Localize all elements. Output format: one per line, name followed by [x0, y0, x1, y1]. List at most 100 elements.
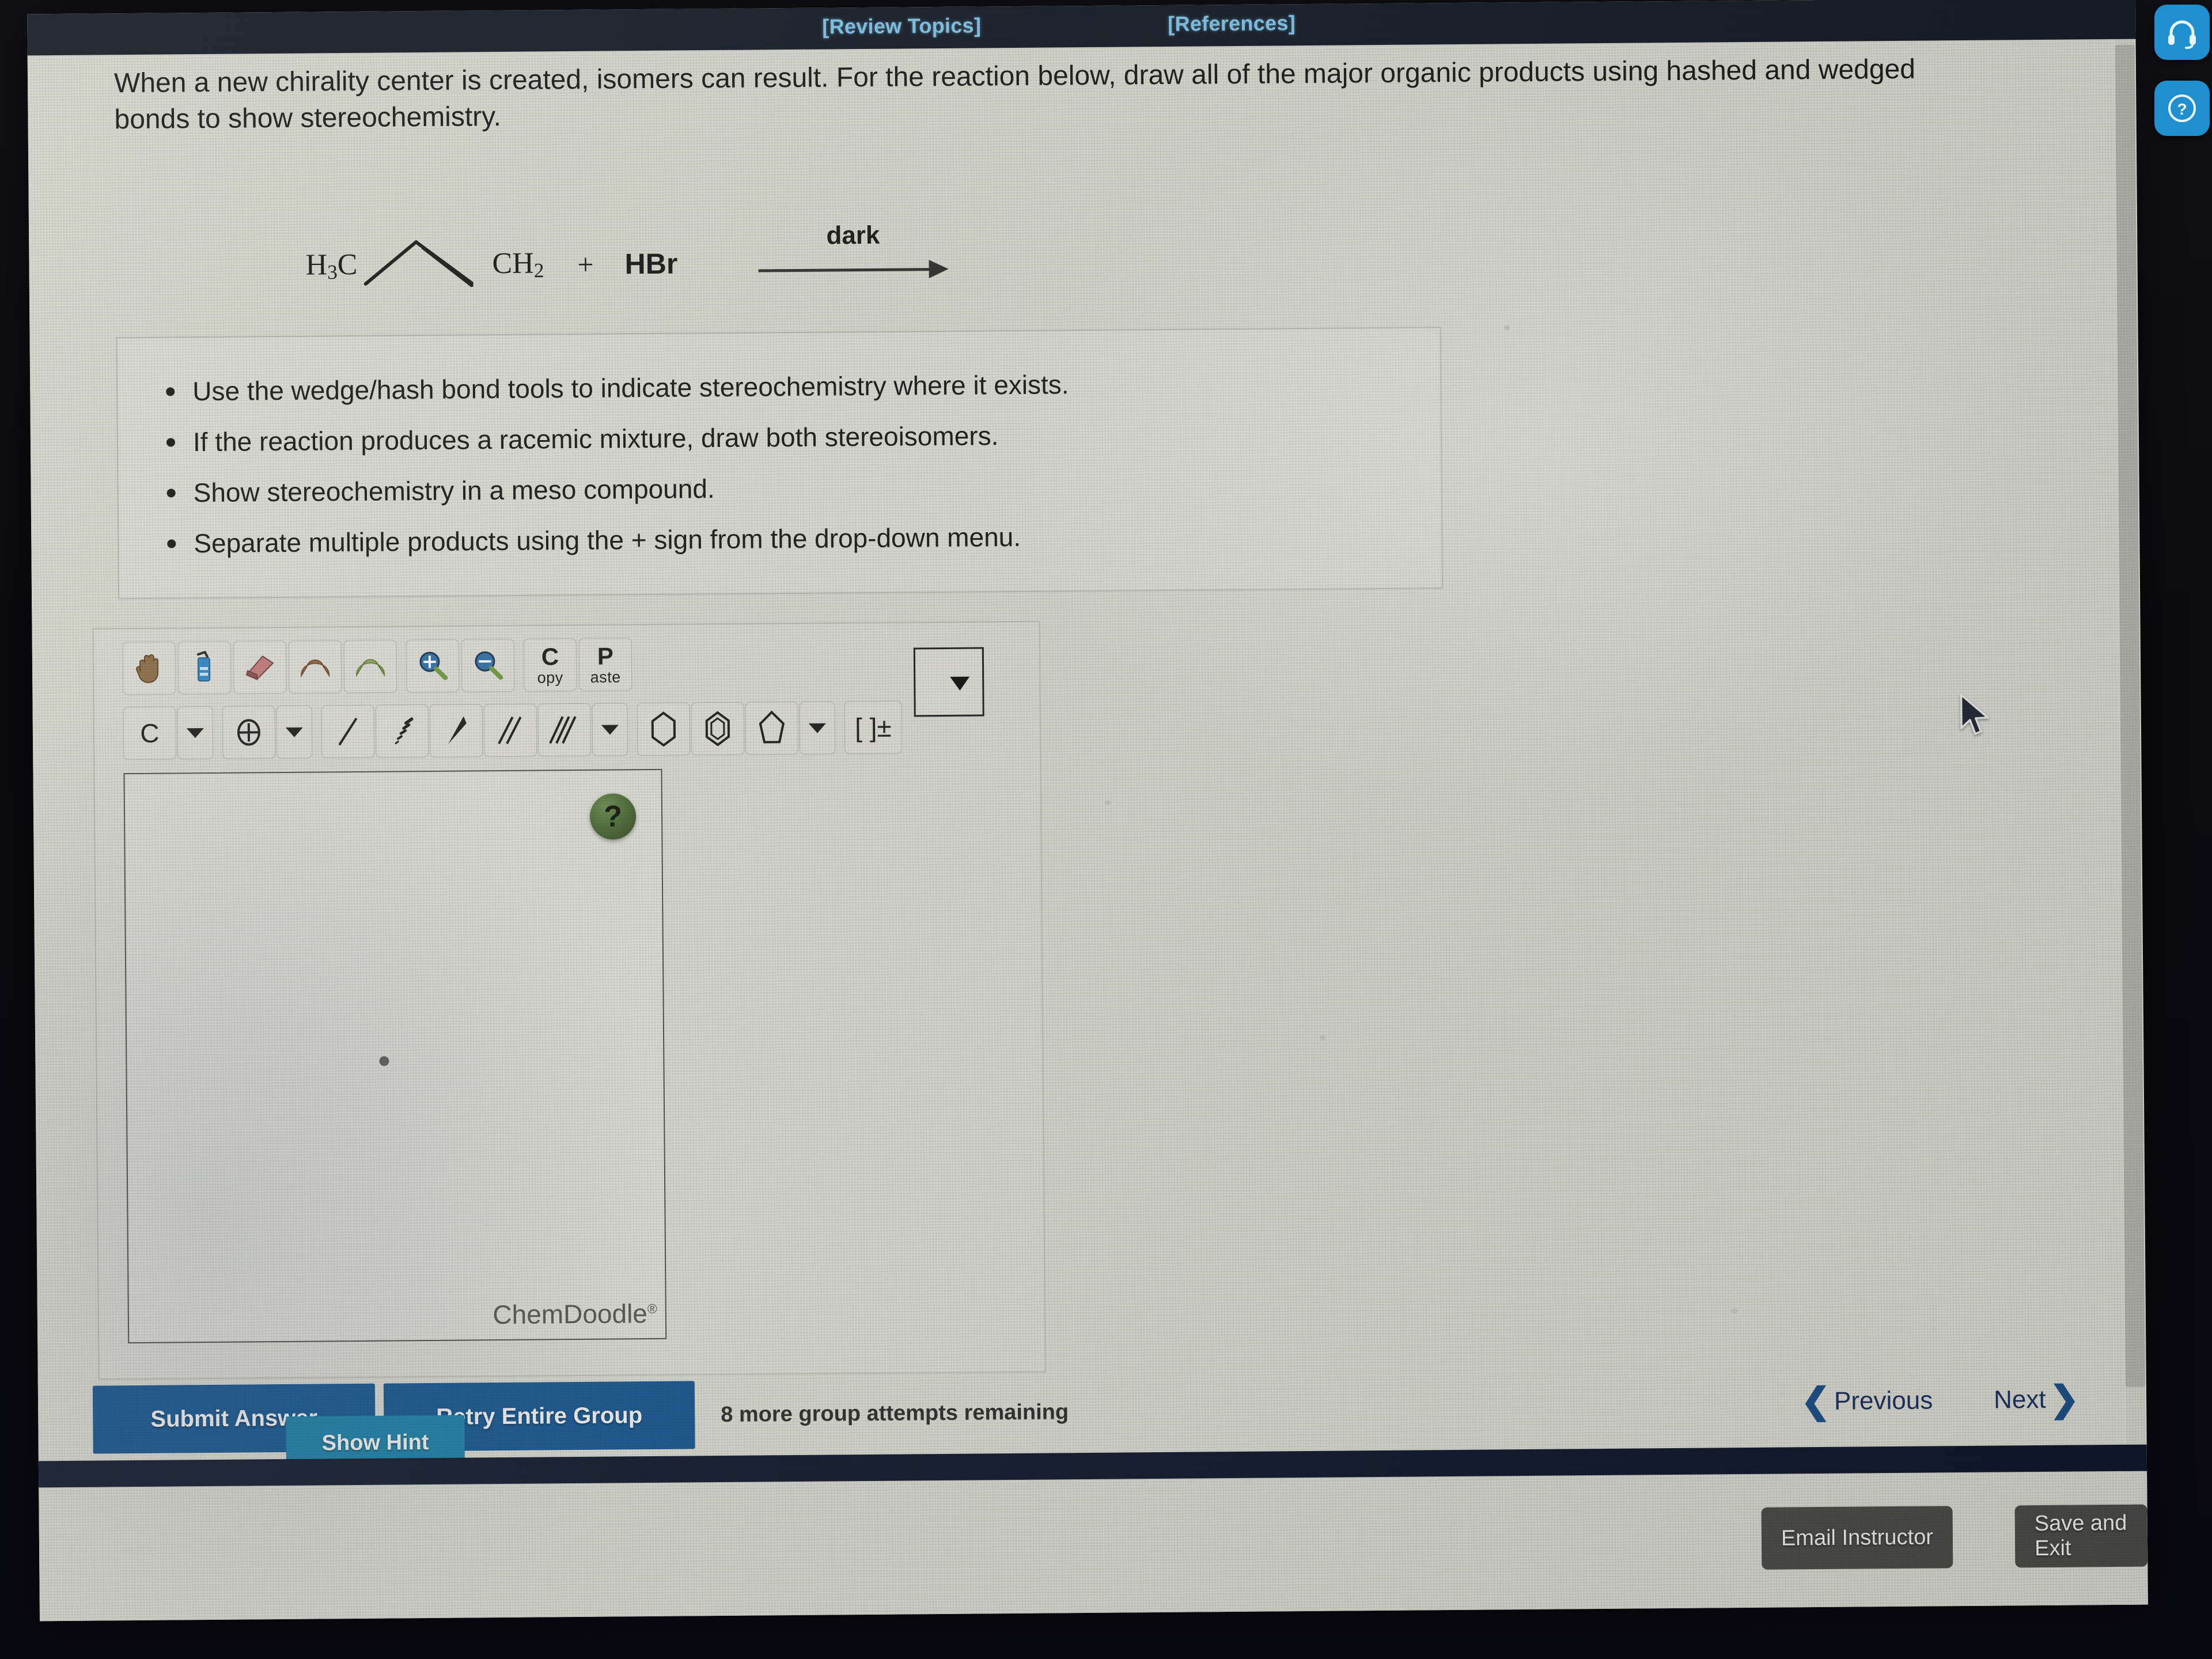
double-bond-icon [498, 716, 522, 744]
zoom-in-icon [419, 652, 448, 680]
cyclopentane-ring-icon [759, 710, 785, 744]
svg-text:?: ? [2177, 100, 2187, 118]
instruction-item: Separate multiple products using the + s… [194, 520, 1441, 558]
dust-speck [1320, 1035, 1326, 1041]
zoom-in-tool[interactable] [406, 639, 460, 693]
propene-skeleton-drawing [358, 232, 491, 300]
reactant-left-label: H3C [305, 248, 358, 284]
ring-tool-group [637, 701, 837, 756]
charge-tool-group [222, 705, 314, 759]
reaction-scheme: H3C CH2 + HBr dark [305, 215, 949, 313]
instruction-item: Show stereochemistry in a meso compound. [193, 469, 1441, 507]
reactant-right-label: CH2 [492, 247, 544, 282]
drawing-canvas[interactable]: ? ChemDoodle® [123, 768, 667, 1344]
bracket-tool-group: [ ]± [844, 700, 904, 755]
redo-tool[interactable] [343, 639, 397, 694]
instruction-item: Use the wedge/hash bond tools to indicat… [192, 368, 1440, 406]
copy-button[interactable]: C opy [523, 638, 577, 692]
attempts-remaining-text: 8 more group attempts remaining [721, 1400, 1069, 1427]
paste-initial: P [597, 642, 614, 670]
next-label: Next [1993, 1385, 2046, 1414]
chemdoodle-watermark-text: ChemDoodle [493, 1298, 648, 1330]
bond-dropdown-button[interactable] [592, 703, 628, 756]
reaction-plus-sign: + [577, 248, 594, 281]
paste-button[interactable]: P aste [578, 638, 632, 691]
element-dropdown-button[interactable] [177, 706, 214, 760]
arrow-shaft [758, 268, 931, 272]
dust-speck [1104, 800, 1111, 805]
benzene-ring-tool[interactable] [691, 702, 745, 756]
redo-tool-group [343, 639, 399, 694]
eraser-icon [245, 655, 274, 680]
eraser-tool[interactable] [233, 640, 287, 694]
ring-dropdown-button[interactable] [799, 701, 836, 755]
charge-dropdown-button[interactable] [276, 705, 313, 759]
help-widget-button[interactable]: ? [2154, 81, 2210, 136]
copy-initial: C [541, 642, 559, 670]
dust-speck [687, 481, 692, 486]
undo-icon [301, 660, 330, 678]
mouse-cursor-icon [1960, 694, 1989, 735]
pan-hand-tool[interactable] [122, 641, 176, 695]
undo-tool[interactable] [288, 640, 342, 694]
cyclohexane-ring-tool[interactable] [637, 702, 691, 756]
previous-button[interactable]: ❮ Previous [1801, 1381, 1933, 1421]
chevron-down-icon [186, 728, 204, 738]
references-link[interactable]: [References] [1168, 11, 1296, 36]
reaction-condition-label: dark [826, 221, 880, 250]
element-tool-group: C [123, 706, 215, 760]
hashed-bond-tool[interactable] [375, 704, 429, 758]
question-content-area: When a new chirality center is created, … [27, 39, 2124, 1471]
instruction-item: If the reaction produces a racemic mixtu… [193, 419, 1441, 457]
undo-tool-group [288, 640, 343, 694]
copy-group: C opy [523, 638, 578, 692]
lasso-select-tool[interactable] [177, 641, 232, 695]
arrow-head-icon [929, 259, 949, 279]
copy-label: C opy [537, 642, 563, 686]
instructions-box: Use the wedge/hash bond tools to indicat… [116, 327, 1444, 600]
chevron-down-icon [808, 723, 826, 733]
next-button[interactable]: Next ❯ [1993, 1380, 2080, 1419]
pan-hand-icon [136, 654, 159, 683]
single-bond-tool[interactable] [321, 704, 375, 759]
support-headset-icon [2168, 20, 2196, 49]
product-separator-dropdown[interactable] [913, 647, 984, 717]
triple-bond-tool[interactable] [537, 703, 592, 757]
help-question-icon: ? [2168, 94, 2196, 122]
email-instructor-button[interactable]: Email Instructor [1761, 1506, 1953, 1570]
screen-photo: [Review Topics] [References] When a new … [0, 0, 2212, 1659]
chevron-down-icon [601, 724, 619, 735]
review-topics-link[interactable]: [Review Topics] [822, 13, 981, 39]
wedge-bond-tool[interactable] [429, 704, 483, 757]
copy-rest: opy [537, 668, 563, 686]
dust-speck [1504, 325, 1510, 331]
hashed-bond-icon [395, 717, 414, 744]
wedge-bond-icon [448, 716, 467, 744]
charge-tool[interactable] [222, 706, 276, 759]
cyclohexane-ring-icon [651, 711, 676, 747]
bracket-label: [ ]± [854, 712, 892, 743]
instructions-list: Use the wedge/hash bond tools to indicat… [192, 368, 1441, 558]
bracket-charge-tool[interactable]: [ ]± [844, 700, 903, 755]
screen-surface: [Review Topics] [References] When a new … [27, 0, 2148, 1622]
zoom-out-tool[interactable] [461, 638, 515, 692]
redo-icon [356, 659, 385, 677]
double-bond-tool[interactable] [483, 703, 537, 757]
support-widget-button[interactable] [2154, 5, 2210, 60]
sketcher-toolbar-row-1: C opy P aste [122, 638, 642, 695]
zoom-out-icon [475, 651, 503, 680]
pan-tool-group [122, 641, 177, 695]
single-bond-icon [338, 717, 358, 746]
sketcher-toolbar-row-2: C []± [123, 700, 912, 760]
bond-tool-group [321, 703, 630, 759]
chevron-down-icon [285, 727, 303, 737]
canvas-help-button[interactable]: ? [589, 793, 637, 840]
paste-rest: aste [590, 668, 621, 686]
cyclopentane-ring-tool[interactable] [745, 701, 799, 755]
question-prompt: When a new chirality center is created, … [113, 54, 1916, 135]
element-carbon-tool[interactable]: C [123, 706, 177, 760]
lasso-select-icon [196, 650, 211, 682]
registered-mark-icon: ® [647, 1301, 657, 1316]
save-and-exit-button[interactable]: Save and Exit [2014, 1504, 2148, 1568]
chemdoodle-sketcher: C opy P aste C []± ? ChemDoodle® [92, 620, 1046, 1380]
